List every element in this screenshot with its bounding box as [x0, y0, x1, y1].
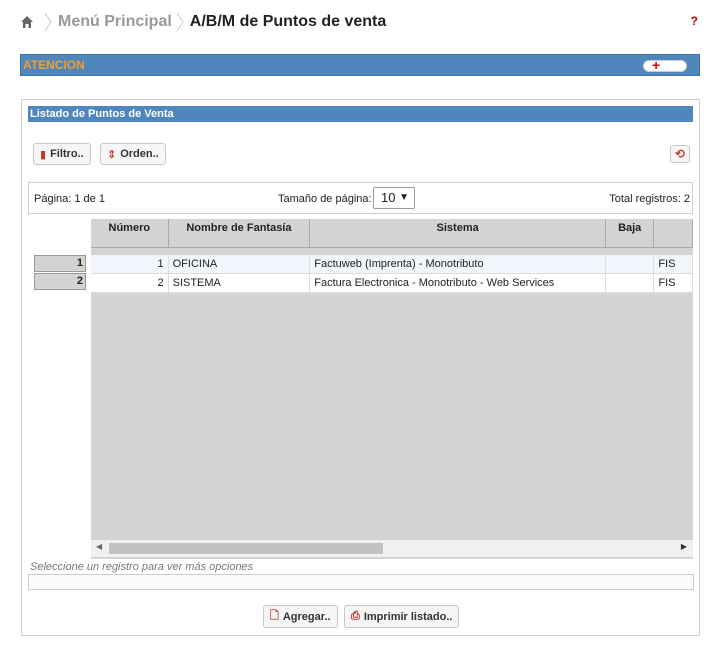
order-button-label: Orden.. — [120, 148, 159, 160]
filter-button-label: Filtro.. — [50, 148, 84, 160]
page-indicator: Página: 1 de 1 — [34, 193, 105, 205]
table-row[interactable]: 2 SISTEMA Factura Electronica - Monotrib… — [91, 273, 693, 293]
add-button[interactable]: 🗋 Agregar.. — [263, 605, 338, 628]
data-grid: Número Nombre de Fantasía Sistema Baja 1… — [91, 219, 693, 559]
cell-sistema: Factuweb (Imprenta) - Monotributo — [309, 254, 607, 274]
print-list-button[interactable]: ⎙ Imprimir listado.. — [344, 605, 460, 628]
table-row[interactable]: 1 OFICINA Factuweb (Imprenta) - Monotrib… — [91, 254, 693, 274]
add-document-icon: 🗋 — [270, 610, 279, 622]
page-size-select[interactable]: 10 ▼ — [373, 187, 415, 209]
expand-atencion-button[interactable]: + — [643, 57, 687, 73]
scrollbar-thumb[interactable] — [109, 543, 383, 554]
cell-numero: 1 — [91, 254, 169, 274]
sort-icon: ⇕ — [107, 148, 117, 161]
points-of-sale-panel: Listado de Puntos de Venta ▮ Filtro.. ⇕ … — [21, 99, 700, 636]
print-list-label: Imprimir listado.. — [363, 610, 453, 623]
scroll-right-icon[interactable]: ▶ — [681, 542, 687, 551]
page-title: A/B/M de Puntos de venta — [189, 13, 387, 30]
cell-sistema: Factura Electronica - Monotributo - Web … — [309, 273, 607, 293]
refresh-button[interactable]: ⟲ — [670, 145, 690, 163]
row-number[interactable]: 2 — [34, 273, 86, 290]
add-button-label: Agregar.. — [282, 610, 331, 623]
help-icon[interactable]: ? — [691, 14, 698, 28]
atencion-title: ATENCION — [23, 58, 85, 72]
scroll-left-icon[interactable]: ◀ — [96, 542, 102, 551]
cell-extra: FIS — [653, 254, 693, 274]
refresh-icon: ⟲ — [674, 147, 686, 161]
cell-baja — [605, 254, 655, 274]
row-number[interactable]: 1 — [34, 255, 86, 272]
breadcrumb-separator-icon — [176, 12, 184, 32]
cell-baja — [605, 273, 655, 293]
selection-hint: Seleccione un registro para ver más opci… — [30, 561, 254, 573]
column-header-baja[interactable]: Baja — [605, 219, 655, 248]
pager: Página: 1 de 1 Tamaño de página: 10 ▼ To… — [28, 182, 693, 214]
plus-icon: + — [652, 57, 661, 73]
total-records: Total registros: 2 — [609, 193, 690, 205]
cell-nombre: OFICINA — [168, 254, 311, 274]
column-header-nombre[interactable]: Nombre de Fantasía — [168, 219, 311, 248]
horizontal-scrollbar[interactable]: ◀ ▶ — [91, 540, 693, 557]
cell-numero: 2 — [91, 273, 169, 293]
column-header-sistema[interactable]: Sistema — [309, 219, 607, 248]
order-button[interactable]: ⇕ Orden.. — [100, 143, 166, 165]
breadcrumb-menu-link[interactable]: Menú Principal — [58, 13, 172, 31]
row-number-column: 1 2 — [34, 255, 86, 291]
column-header-numero[interactable]: Número — [91, 219, 169, 248]
panel-title: Listado de Puntos de Venta — [28, 106, 693, 122]
printer-icon: ⎙ — [351, 610, 360, 622]
breadcrumb: Menú Principal A/B/M de Puntos de venta — [20, 10, 386, 34]
cell-nombre: SISTEMA — [168, 273, 311, 293]
page-size-value: 10 — [381, 190, 396, 205]
filter-icon: ▮ — [40, 148, 47, 161]
breadcrumb-separator-icon — [44, 12, 52, 32]
chevron-down-icon: ▼ — [399, 192, 409, 203]
atencion-bar: ATENCION + — [20, 54, 700, 76]
cell-extra: FIS — [653, 273, 693, 293]
record-options-area — [28, 574, 694, 590]
page-size-label: Tamaño de página: — [278, 193, 372, 205]
filter-button[interactable]: ▮ Filtro.. — [33, 143, 91, 165]
home-icon[interactable] — [20, 15, 34, 29]
column-header-extra[interactable] — [653, 219, 693, 248]
